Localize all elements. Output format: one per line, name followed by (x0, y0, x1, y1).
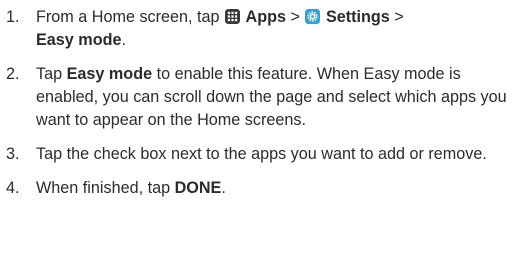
apps-label: Apps (245, 8, 286, 26)
done-label: DONE (174, 179, 222, 197)
step-number: 1. (6, 8, 20, 26)
step-text: When finished, tap (36, 179, 175, 197)
instruction-steps: 1. From a Home screen, tap Apps > Settin… (0, 0, 515, 200)
settings-gear-icon (305, 9, 321, 24)
step-text: Tap (36, 65, 67, 83)
easy-mode-label: Easy mode (36, 31, 122, 49)
step-1: 1. From a Home screen, tap Apps > Settin… (0, 6, 515, 52)
easy-mode-label: Easy mode (66, 65, 153, 83)
period: . (221, 179, 226, 197)
separator: > (389, 8, 404, 26)
step-number: 2. (6, 65, 20, 83)
step-number: 4. (6, 179, 20, 197)
step-text: From a Home screen, tap (36, 8, 225, 26)
separator: > (286, 8, 305, 26)
period: . (121, 31, 126, 49)
step-number: 3. (6, 145, 20, 163)
step-4: 4. When finished, tap DONE. (0, 177, 515, 200)
settings-label: Settings (325, 8, 390, 26)
apps-grid-icon (225, 9, 241, 24)
step-3: 3. Tap the check box next to the apps yo… (0, 143, 515, 166)
step-2: 2. Tap Easy mode to enable this feature.… (0, 63, 515, 132)
step-text: Tap the check box next to the apps you w… (36, 145, 487, 163)
